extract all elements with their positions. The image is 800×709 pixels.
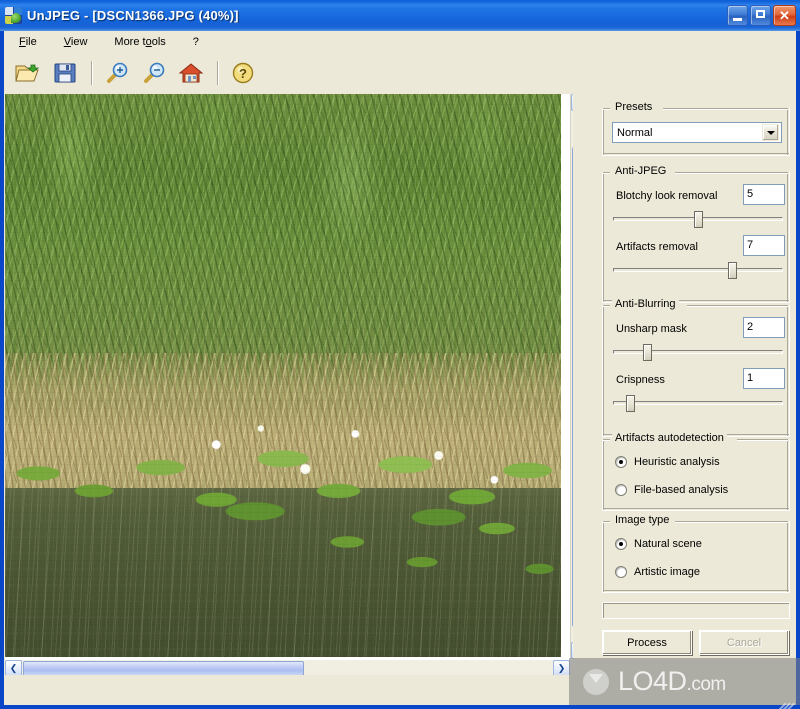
title-bar: UnJPEG - [DSCN1366.JPG (40%)] ✕ (0, 0, 800, 31)
menu-item-file[interactable]: File (13, 34, 47, 50)
presets-combobox[interactable]: Normal (612, 122, 782, 143)
process-button-label: Process (627, 636, 667, 649)
radio-label: Natural scene (634, 538, 702, 550)
photo-canvas[interactable] (5, 94, 561, 657)
lo4d-watermark-text: LO4D.com (618, 666, 726, 697)
anti-jpeg-group-title: Anti-JPEG (612, 165, 670, 177)
cancel-button-label: Cancel (726, 636, 762, 649)
settings-panel: Presets Normal Anti-JPEG Blotchy look re… (598, 94, 796, 677)
caption-button-group: ✕ (727, 5, 796, 26)
scroll-down-arrow[interactable]: ▼ (571, 642, 573, 659)
slider-thumb[interactable] (626, 395, 635, 412)
crispness-value[interactable]: 1 (743, 368, 785, 389)
radio-indicator[interactable] (615, 566, 627, 578)
unsharp-mask-label: Unsharp mask (616, 323, 687, 335)
scroll-right-glyph: ❯ (557, 663, 566, 673)
radio-natural-scene[interactable]: Natural scene (615, 538, 702, 550)
lo4d-logo-icon (581, 667, 611, 697)
horizontal-scroll-thumb[interactable] (23, 661, 304, 675)
zoom-out-button[interactable] (136, 56, 172, 90)
home-icon (178, 62, 204, 82)
slider-track (613, 350, 783, 354)
zoom-out-icon (144, 62, 165, 83)
presets-selected-value: Normal (617, 126, 653, 139)
image-vertical-scrollbar[interactable]: ▲ ▼ (570, 94, 573, 659)
vertical-scroll-thumb[interactable] (572, 147, 573, 627)
client-area: ▲ ▼ ❮ ❯ (4, 93, 796, 705)
toolbar-separator-2 (217, 60, 218, 85)
chevron-down-icon[interactable] (762, 124, 779, 141)
blotchy-look-removal-value[interactable]: 5 (743, 184, 785, 205)
menu-bar: File View More tools ? (4, 31, 796, 53)
open-icon (15, 64, 40, 81)
toolbar-separator-1 (91, 60, 92, 85)
unsharp-mask-value[interactable]: 2 (743, 317, 785, 338)
lo4d-brand: LO4D (618, 666, 687, 696)
slider-thumb[interactable] (728, 262, 737, 279)
scroll-left-glyph: ❮ (9, 663, 18, 673)
slider-thumb[interactable] (643, 344, 652, 361)
slider-track (613, 401, 783, 405)
artifacts-removal-value[interactable]: 7 (743, 235, 785, 256)
open-button[interactable] (10, 56, 46, 90)
image-type-group-title: Image type (612, 514, 673, 526)
unsharp-mask-slider[interactable] (613, 343, 783, 361)
svg-text:?: ? (239, 66, 247, 81)
image-type-groupbox: Image type Natural scene Artistic image (602, 514, 790, 593)
anti-jpeg-groupbox: Anti-JPEG Blotchy look removal 5 Artifac… (602, 165, 790, 303)
artifacts-autodetection-group-title: Artifacts autodetection (612, 432, 727, 444)
window-title: UnJPEG - [DSCN1366.JPG (40%)] (27, 8, 239, 23)
radio-label: Artistic image (634, 566, 701, 578)
scroll-up-arrow[interactable]: ▲ (571, 94, 573, 111)
close-button[interactable]: ✕ (773, 5, 796, 26)
scroll-left-arrow[interactable]: ❮ (5, 660, 22, 675)
lo4d-watermark: LO4D.com (569, 658, 800, 705)
artifacts-autodetection-groupbox: Artifacts autodetection Heuristic analys… (602, 432, 790, 511)
presets-group-title: Presets (612, 101, 656, 113)
radio-artistic-image[interactable]: Artistic image (615, 566, 700, 578)
save-button[interactable] (47, 56, 83, 90)
radio-indicator[interactable] (615, 538, 627, 550)
anti-blurring-group-title: Anti-Blurring (612, 298, 679, 310)
radio-file-based-analysis[interactable]: File-based analysis (615, 484, 728, 496)
radio-label: Heuristic analysis (634, 456, 720, 468)
blotchy-look-removal-slider[interactable] (613, 210, 783, 228)
lo4d-suffix: .com (686, 674, 727, 695)
tool-bar: ? (4, 53, 796, 93)
help-icon: ? (232, 62, 254, 83)
radio-indicator[interactable] (615, 456, 627, 468)
image-view-pane: ▲ ▼ ❮ ❯ (4, 93, 574, 676)
slider-thumb[interactable] (694, 211, 703, 228)
minimize-button[interactable] (727, 5, 748, 26)
help-button[interactable]: ? (225, 56, 261, 90)
home-button[interactable] (173, 56, 209, 90)
process-button[interactable]: Process (602, 630, 692, 655)
unjpeg-application-window: UnJPEG - [DSCN1366.JPG (40%)] ✕ File Vie… (0, 0, 800, 709)
radio-indicator[interactable] (615, 484, 627, 496)
photo-water-lilies (5, 414, 561, 551)
radio-heuristic-analysis[interactable]: Heuristic analysis (615, 456, 720, 468)
menu-item-more-tools[interactable]: More tools (108, 34, 175, 50)
scroll-right-arrow[interactable]: ❯ (553, 660, 570, 675)
blotchy-look-removal-label: Blotchy look removal (616, 190, 718, 202)
cancel-button: Cancel (699, 630, 789, 655)
progress-bar (602, 602, 790, 619)
slider-track (613, 268, 783, 272)
unjpeg-app-icon (5, 7, 22, 24)
save-icon (54, 63, 76, 82)
crispness-label: Crispness (616, 374, 665, 386)
artifacts-removal-slider[interactable] (613, 261, 783, 279)
resize-grip[interactable] (783, 692, 795, 709)
anti-blurring-groupbox: Anti-Blurring Unsharp mask 2 Crispness 1 (602, 298, 790, 437)
menu-item-help[interactable]: ? (187, 34, 209, 50)
maximize-button[interactable] (750, 5, 771, 26)
zoom-in-button[interactable] (99, 56, 135, 90)
radio-label: File-based analysis (634, 484, 729, 496)
artifacts-removal-label: Artifacts removal (616, 241, 698, 253)
crispness-slider[interactable] (613, 394, 783, 412)
menu-item-view[interactable]: View (58, 34, 98, 50)
image-horizontal-scrollbar[interactable]: ❮ ❯ (5, 660, 570, 675)
zoom-in-icon (107, 62, 128, 83)
presets-groupbox: Presets Normal (602, 101, 790, 156)
